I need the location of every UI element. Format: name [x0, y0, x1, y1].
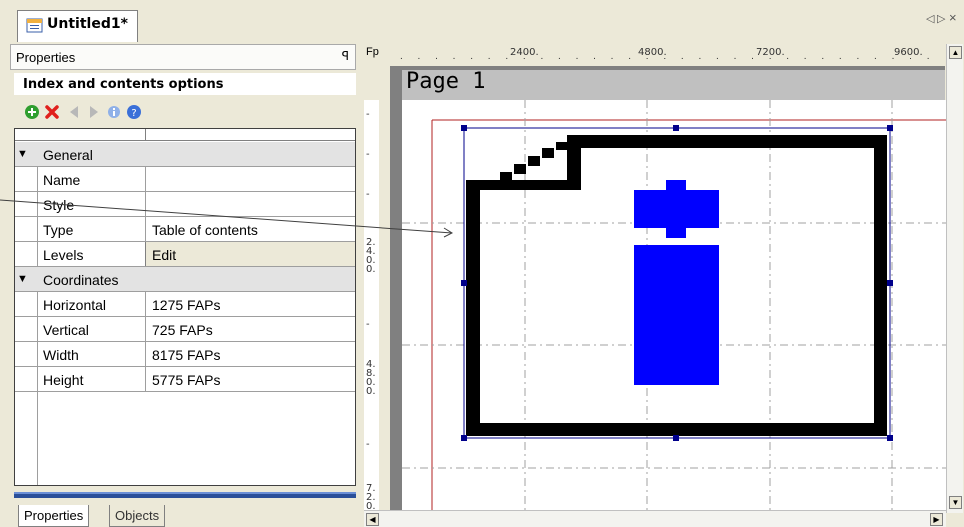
ruler-unit-label: Fp — [366, 46, 379, 58]
ruler-tick: - — [366, 439, 370, 450]
delete-icon[interactable] — [44, 104, 60, 120]
grid-header — [15, 129, 355, 141]
property-row-width[interactable]: Width 8175 FAPs — [15, 342, 355, 367]
options-title: Index and contents options — [14, 73, 356, 95]
property-grid: ▼ General Name Style Type Table of conte… — [14, 128, 356, 486]
svg-text:?: ? — [131, 108, 136, 119]
property-value[interactable]: Table of contents — [152, 222, 258, 238]
properties-header: Properties ꟼ — [10, 44, 356, 70]
tab-properties[interactable]: Properties — [18, 505, 90, 527]
page-header-bar: Page 1 — [390, 66, 945, 100]
properties-toolbar: ? — [16, 100, 356, 126]
category-label: General — [43, 147, 93, 163]
move-right-icon[interactable] — [86, 104, 102, 120]
levels-edit-button[interactable]: Edit — [152, 247, 176, 263]
document-icon — [26, 17, 43, 33]
properties-title: Properties — [16, 50, 76, 65]
document-tab-bar: Untitled1* ◁ ▷ × — [0, 0, 964, 42]
ruler-label: 7200. — [756, 47, 785, 58]
properties-panel: Properties ꟼ Index and contents options … — [10, 44, 356, 527]
property-row-levels[interactable]: Levels Edit — [15, 242, 355, 267]
tab-scroll-left-icon[interactable]: ◁ — [926, 12, 934, 25]
tab-objects[interactable]: Objects — [109, 505, 166, 527]
property-name: Width — [43, 347, 79, 363]
vertical-ruler-label: 4.8.0.0. — [366, 359, 376, 397]
scroll-up-icon[interactable]: ▲ — [949, 46, 962, 59]
property-row-style[interactable]: Style — [15, 192, 355, 217]
ruler-label: 2400. — [510, 47, 539, 58]
scroll-left-icon[interactable]: ◀ — [366, 513, 379, 526]
grid-gutter — [37, 392, 38, 485]
property-name: Type — [43, 222, 74, 238]
ruler-label: 9600. — [894, 47, 923, 58]
property-value[interactable]: 5775 FAPs — [152, 372, 221, 388]
page-area — [390, 100, 946, 510]
document-tab[interactable]: Untitled1* — [17, 10, 138, 42]
property-row-height[interactable]: Height 5775 FAPs — [15, 367, 355, 392]
move-left-icon[interactable] — [66, 104, 82, 120]
property-row-name[interactable]: Name — [15, 167, 355, 192]
vertical-ruler: - - - 2.4.0.0. - 4.8.0.0. - 7.2.0.0. — [364, 100, 379, 521]
panel-bottom-tabs: Properties Objects — [10, 503, 356, 527]
collapse-triangle-icon[interactable]: ▼ — [17, 273, 28, 285]
page-title: Page 1 — [402, 70, 945, 100]
vertical-scrollbar[interactable]: ▲ ▼ — [946, 44, 963, 513]
info-icon[interactable] — [106, 104, 122, 120]
design-canvas: Fp . . . . . . . . . . . . . . . . . . .… — [364, 44, 964, 527]
scroll-right-icon[interactable]: ▶ — [930, 513, 943, 526]
horizontal-ruler: . . . . . . . . . . . . . . . . . . . . … — [400, 44, 940, 66]
ruler-tick: - — [366, 149, 370, 160]
ruler-label: 4800. — [638, 47, 667, 58]
page-sheet[interactable] — [402, 100, 946, 510]
property-value[interactable]: 1275 FAPs — [152, 297, 221, 313]
property-row-horizontal[interactable]: Horizontal 1275 FAPs — [15, 292, 355, 317]
document-tab-title: Untitled1* — [47, 16, 128, 32]
property-name: Vertical — [43, 322, 89, 338]
property-row-type[interactable]: Type Table of contents — [15, 217, 355, 242]
toc-placeholder-object[interactable] — [466, 130, 887, 436]
property-value[interactable]: 725 FAPs — [152, 322, 213, 338]
category-label: Coordinates — [43, 272, 119, 288]
tab-scroll-right-icon[interactable]: ▷ — [937, 12, 945, 25]
category-general[interactable]: ▼ General — [15, 142, 355, 167]
pin-icon[interactable]: ꟼ — [342, 49, 349, 63]
horizontal-scrollbar[interactable]: ◀ ▶ — [364, 510, 946, 527]
property-name: Name — [43, 172, 81, 188]
collapse-triangle-icon[interactable]: ▼ — [17, 148, 28, 160]
property-row-vertical[interactable]: Vertical 725 FAPs — [15, 317, 355, 342]
ruler-tick: - — [366, 109, 370, 120]
add-icon[interactable] — [24, 104, 40, 120]
ruler-tick: - — [366, 189, 370, 200]
description-splitter[interactable] — [14, 492, 356, 498]
property-name: Horizontal — [43, 297, 107, 313]
vertical-ruler-label: 2.4.0.0. — [366, 237, 376, 275]
property-value[interactable]: 8175 FAPs — [152, 347, 221, 363]
property-name: Height — [43, 372, 84, 388]
category-coordinates[interactable]: ▼ Coordinates — [15, 267, 355, 292]
close-document-icon[interactable]: × — [949, 10, 957, 25]
ruler-tick: - — [366, 319, 370, 330]
property-name: Style — [43, 197, 75, 213]
scroll-down-icon[interactable]: ▼ — [949, 496, 962, 509]
help-icon[interactable]: ? — [126, 104, 142, 120]
property-name: Levels — [43, 247, 84, 263]
ruler-ticks: . . . . . . . . . . . . . . . . . . . . … — [400, 51, 940, 59]
